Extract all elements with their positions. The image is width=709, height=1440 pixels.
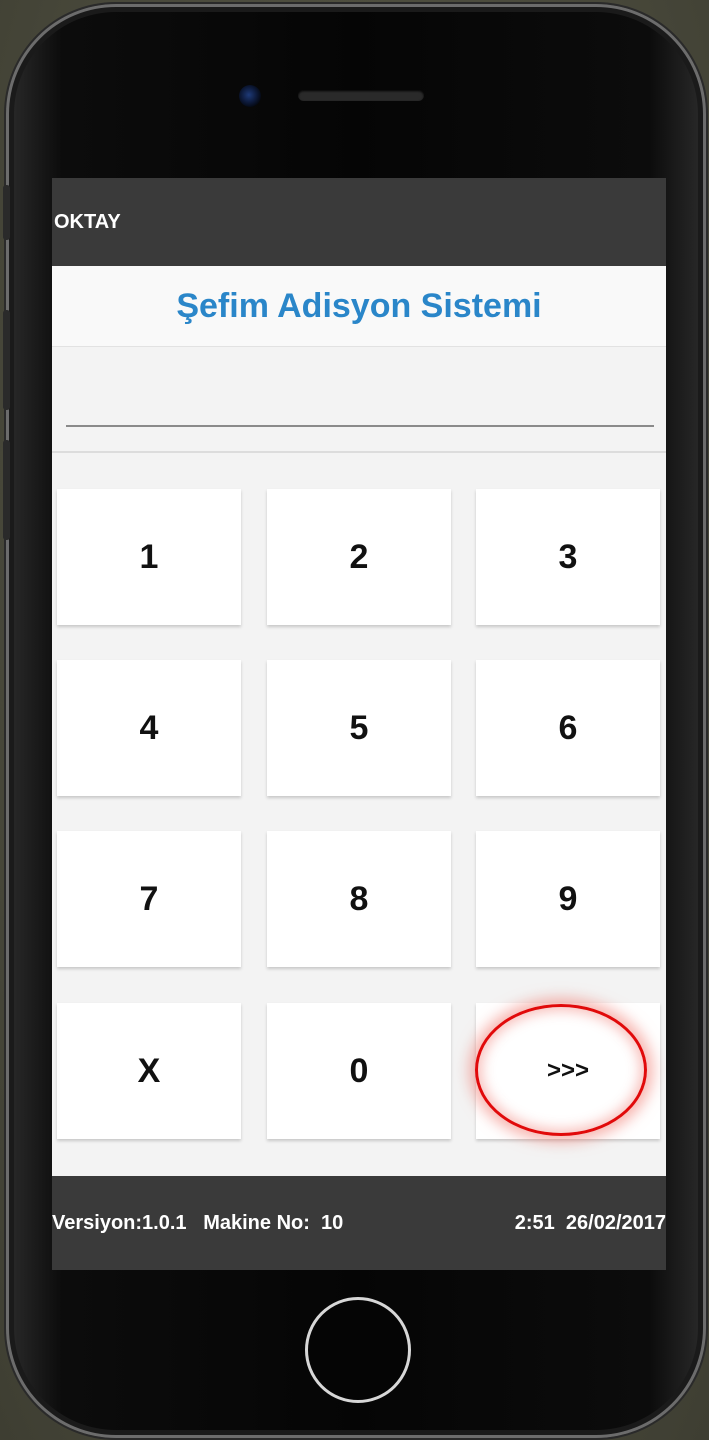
key-7[interactable]: 7 (57, 831, 241, 967)
key-0[interactable]: 0 (267, 1003, 451, 1139)
page-title-bar: Şefim Adisyon Sistemi (52, 266, 666, 347)
version-label: Versiyon:1.0.1 (52, 1212, 187, 1234)
key-9[interactable]: 9 (476, 831, 660, 967)
key-6[interactable]: 6 (476, 660, 660, 796)
next-button[interactable]: >>> (476, 1003, 660, 1139)
home-button[interactable] (305, 1297, 411, 1403)
key-5[interactable]: 5 (267, 660, 451, 796)
app-bar: OKTAY (52, 178, 666, 266)
earpiece-speaker (298, 90, 424, 101)
key-1[interactable]: 1 (57, 489, 241, 625)
time-label: 2:51 (514, 1212, 555, 1234)
numeric-keypad: 1 2 3 4 5 6 7 8 9 X 0 >>> (52, 453, 666, 1183)
footer-right: 2:51 26/02/2017 (515, 1212, 666, 1235)
volume-down-button (3, 440, 10, 540)
page-title: Şefim Adisyon Sistemi (176, 286, 542, 325)
footer-left: Versiyon:1.0.1 Makine No: 10 (52, 1212, 343, 1235)
clear-button[interactable]: X (57, 1003, 241, 1139)
code-input[interactable] (66, 371, 654, 427)
code-input-area (52, 347, 666, 453)
key-8[interactable]: 8 (267, 831, 451, 967)
silent-switch (3, 185, 10, 240)
app-bar-title: OKTAY (54, 210, 121, 233)
key-4[interactable]: 4 (57, 660, 241, 796)
volume-up-button (3, 310, 10, 410)
key-3[interactable]: 3 (476, 489, 660, 625)
status-footer: Versiyon:1.0.1 Makine No: 10 2:51 26/02/… (52, 1176, 666, 1270)
front-camera (239, 85, 261, 107)
machine-number: Makine No: 10 (203, 1212, 344, 1234)
date-label: 26/02/2017 (565, 1212, 666, 1234)
key-2[interactable]: 2 (267, 489, 451, 625)
app-screen: OKTAY Şefim Adisyon Sistemi 1 2 3 4 5 6 … (52, 178, 666, 1270)
